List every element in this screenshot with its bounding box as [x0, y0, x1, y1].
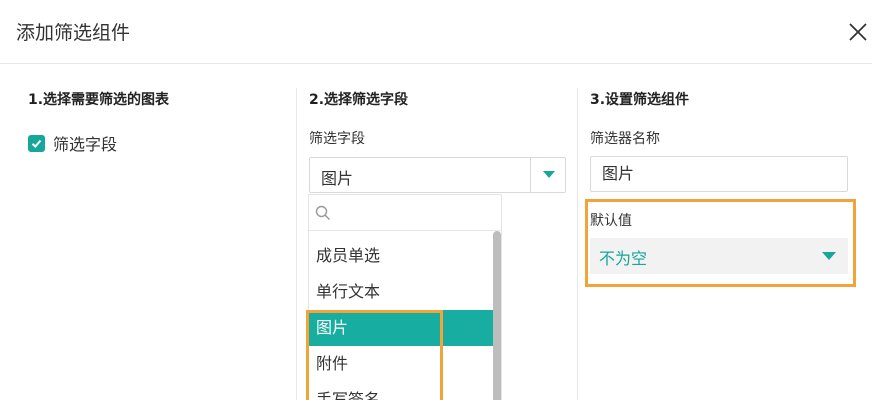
- default-value-select[interactable]: 不为空: [590, 238, 848, 274]
- field-select[interactable]: 图片: [309, 157, 566, 193]
- step3-title: 3.设置筛选组件: [590, 92, 690, 108]
- filter-name-label: 筛选器名称: [590, 131, 660, 147]
- field-select-value: 图片: [321, 169, 354, 188]
- caret-down-icon[interactable]: [543, 171, 555, 178]
- step1-title: 1.选择需要筛选的图表: [28, 92, 170, 108]
- column-divider: [296, 88, 297, 400]
- dropdown-option[interactable]: 手写签名: [309, 382, 493, 400]
- search-input[interactable]: [337, 201, 497, 225]
- dropdown-option[interactable]: 成员单选: [309, 238, 493, 274]
- step2-title: 2.选择筛选字段: [309, 92, 409, 108]
- filter-name-input[interactable]: 图片: [590, 156, 848, 192]
- dropdown-scrollbar[interactable]: [493, 231, 501, 400]
- field-label: 筛选字段: [309, 131, 365, 147]
- default-value-label: 默认值: [590, 213, 632, 229]
- dropdown-search: [309, 195, 501, 231]
- chart-checkbox-row[interactable]: 筛选字段: [28, 132, 117, 154]
- search-icon: [315, 205, 330, 220]
- dropdown-option-selected[interactable]: 图片: [309, 310, 493, 346]
- dialog-header: 添加筛选组件: [0, 0, 872, 64]
- select-separator: [530, 158, 531, 192]
- caret-down-icon[interactable]: [822, 252, 836, 260]
- close-icon[interactable]: [846, 20, 870, 44]
- checkbox-label: 筛选字段: [53, 135, 118, 154]
- default-value-text: 不为空: [599, 249, 648, 268]
- dialog-title: 添加筛选组件: [16, 22, 131, 44]
- field-dropdown: 成员单选 单行文本 图片 附件 手写签名: [308, 194, 502, 400]
- dropdown-option[interactable]: 单行文本: [309, 274, 493, 310]
- column-divider: [577, 88, 578, 400]
- dropdown-option[interactable]: 附件: [309, 346, 493, 382]
- checkbox-checked-icon[interactable]: [28, 134, 45, 152]
